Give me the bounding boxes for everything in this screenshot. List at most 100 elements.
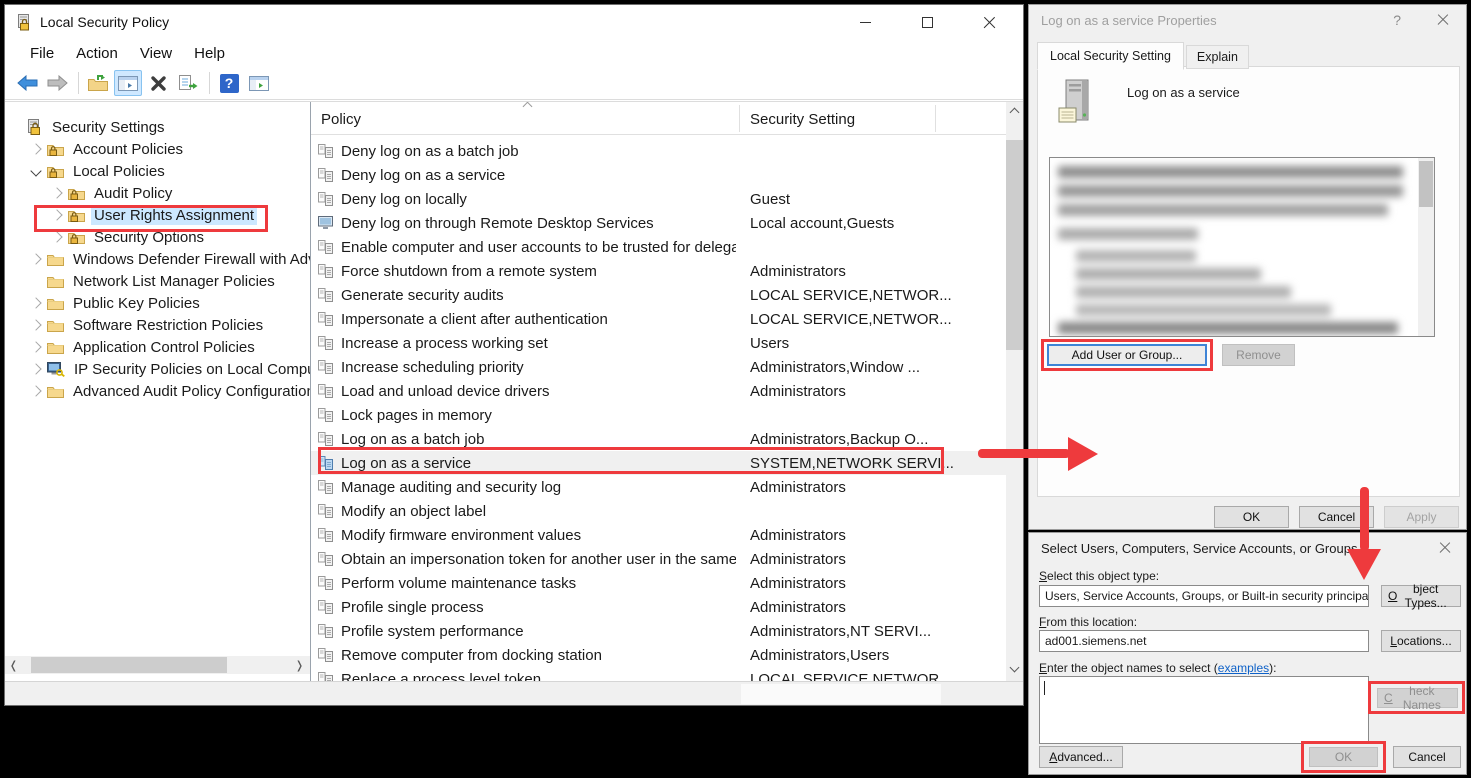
list-vertical-scrollbar[interactable] (1006, 102, 1023, 681)
scrollbar-thumb[interactable] (1006, 140, 1023, 350)
chevron-right-icon[interactable] (51, 187, 62, 198)
policy-row-deny-log-on-locally[interactable]: Deny log on locallyGuest (311, 187, 1006, 211)
tree-item-security-options[interactable]: Security Options (5, 226, 310, 248)
scrollbar-thumb[interactable] (31, 657, 227, 673)
cancel-button[interactable]: Cancel (1393, 746, 1461, 768)
tree-item-advanced-audit-policy-configuration[interactable]: Advanced Audit Policy Configuration (5, 380, 310, 402)
column-header-security-setting[interactable]: Security Setting (750, 111, 855, 128)
chevron-right-icon[interactable] (51, 209, 62, 220)
tab-local-security-setting[interactable]: Local Security Setting (1037, 42, 1184, 70)
close-icon[interactable] (1436, 13, 1450, 27)
policy-row-impersonate-a-client-after-authentication[interactable]: Impersonate a client after authenticatio… (311, 307, 1006, 331)
menu-help[interactable]: Help (183, 45, 236, 62)
policy-row-profile-system-performance[interactable]: Profile system performanceAdministrators… (311, 619, 1006, 643)
policy-row-log-on-as-a-batch-job[interactable]: Log on as a batch jobAdministrators,Back… (311, 427, 1006, 451)
policy-row-modify-firmware-environment-values[interactable]: Modify firmware environment valuesAdmini… (311, 523, 1006, 547)
new-window-icon[interactable] (245, 70, 273, 96)
ok-button[interactable]: OK (1309, 747, 1378, 767)
scroll-down-icon[interactable] (1006, 660, 1023, 677)
column-header-policy[interactable]: Policy (321, 111, 361, 128)
chevron-right-icon[interactable] (30, 363, 41, 374)
scroll-right-icon[interactable]: ❭ (291, 656, 308, 674)
maximize-button[interactable] (907, 7, 947, 37)
tree-item-public-key-policies[interactable]: Public Key Policies (5, 292, 310, 314)
scroll-up-icon[interactable] (1006, 102, 1023, 119)
help-button[interactable]: ? (1393, 12, 1401, 28)
chevron-right-icon[interactable] (30, 253, 41, 264)
export-icon[interactable] (174, 70, 202, 96)
policy-name: Generate security audits (341, 287, 736, 304)
policy-row-load-and-unload-device-drivers[interactable]: Load and unload device driversAdministra… (311, 379, 1006, 403)
chevron-right-icon[interactable] (51, 231, 62, 242)
tree-item-ip-security-policies-on-local-computer[interactable]: IP Security Policies on Local Computer (5, 358, 310, 380)
tree-item-account-policies[interactable]: Account Policies (5, 138, 310, 160)
listbox-scrollbar[interactable] (1418, 158, 1434, 336)
close-icon[interactable] (1438, 541, 1452, 555)
chevron-right-icon[interactable] (30, 385, 41, 396)
chevron-right-icon[interactable] (30, 297, 41, 308)
forward-icon[interactable] (43, 70, 71, 96)
tree-item-local-policies[interactable]: Local Policies (5, 160, 310, 182)
policy-row-deny-log-on-as-a-batch-job[interactable]: Deny log on as a batch job (311, 139, 1006, 163)
back-icon[interactable] (13, 70, 41, 96)
chevron-down-icon[interactable] (30, 165, 41, 176)
tree-item-software-restriction-policies[interactable]: Software Restriction Policies (5, 314, 310, 336)
check-names-button[interactable]: Check Names (1377, 688, 1458, 708)
chevron-right-icon[interactable] (30, 319, 41, 330)
menu-file[interactable]: File (19, 45, 65, 62)
show-console-tree-icon[interactable] (114, 70, 142, 96)
ok-button[interactable]: OK (1214, 506, 1289, 528)
menu-action[interactable]: Action (65, 45, 129, 62)
tree-item-application-control-policies[interactable]: Application Control Policies (5, 336, 310, 358)
column-divider[interactable] (935, 105, 936, 132)
policy-row-perform-volume-maintenance-tasks[interactable]: Perform volume maintenance tasksAdminist… (311, 571, 1006, 595)
tree-item-windows-defender-firewall-with-advan[interactable]: Windows Defender Firewall with Advan (5, 248, 310, 270)
policy-security-setting: Administrators (750, 263, 846, 280)
export-list-icon[interactable] (84, 70, 112, 96)
policy-row-profile-single-process[interactable]: Profile single processAdministrators (311, 595, 1006, 619)
policy-row-modify-an-object-label[interactable]: Modify an object label (311, 499, 1006, 523)
location-field[interactable]: ad001.siemens.net (1039, 630, 1369, 652)
tree-item-audit-policy[interactable]: Audit Policy (5, 182, 310, 204)
policy-row-lock-pages-in-memory[interactable]: Lock pages in memory (311, 403, 1006, 427)
policy-row-replace-a-process-level-token[interactable]: Replace a process level tokenLOCAL SERVI… (311, 667, 1006, 681)
help-icon[interactable]: ? (215, 70, 243, 96)
policy-row-increase-scheduling-priority[interactable]: Increase scheduling priorityAdministrato… (311, 355, 1006, 379)
policy-row-remove-computer-from-docking-station[interactable]: Remove computer from docking stationAdmi… (311, 643, 1006, 667)
tab-explain[interactable]: Explain (1186, 45, 1249, 69)
examples-link[interactable]: examples (1218, 661, 1269, 675)
policy-row-deny-log-on-as-a-service[interactable]: Deny log on as a service (311, 163, 1006, 187)
remove-button[interactable]: Remove (1222, 344, 1295, 366)
policy-row-force-shutdown-from-a-remote-system[interactable]: Force shutdown from a remote systemAdmin… (311, 259, 1006, 283)
policy-row-enable-computer-and-user-accounts-to-be-trus[interactable]: Enable computer and user accounts to be … (311, 235, 1006, 259)
policy-row-increase-a-process-working-set[interactable]: Increase a process working setUsers (311, 331, 1006, 355)
apply-button[interactable]: Apply (1384, 506, 1459, 528)
policy-row-generate-security-audits[interactable]: Generate security auditsLOCAL SERVICE,NE… (311, 283, 1006, 307)
list-horizontal-scrollbar[interactable] (5, 681, 1023, 705)
menu-view[interactable]: View (129, 45, 183, 62)
column-divider[interactable] (739, 105, 740, 132)
scrollbar-thumb[interactable] (1419, 161, 1433, 207)
members-listbox[interactable] (1049, 157, 1435, 337)
tree-item-security-settings[interactable]: Security Settings (5, 116, 310, 138)
chevron-right-icon[interactable] (30, 341, 41, 352)
policy-row-deny-log-on-through-remote-desktop-services[interactable]: Deny log on through Remote Desktop Servi… (311, 211, 1006, 235)
close-button[interactable] (969, 7, 1009, 37)
policy-row-obtain-an-impersonation-token-for-another-us[interactable]: Obtain an impersonation token for anothe… (311, 547, 1006, 571)
add-user-or-group-button[interactable]: Add User or Group... (1047, 344, 1207, 366)
policy-row-log-on-as-a-service[interactable]: Log on as a serviceSYSTEM,NETWORK SERVI.… (311, 451, 1006, 475)
scroll-left-icon[interactable]: ❬ (5, 656, 22, 674)
locations-button[interactable]: Locations... (1381, 630, 1461, 652)
object-type-field[interactable]: Users, Service Accounts, Groups, or Buil… (1039, 585, 1369, 607)
policy-row-manage-auditing-and-security-log[interactable]: Manage auditing and security logAdminist… (311, 475, 1006, 499)
tree-horizontal-scrollbar[interactable]: ❬ ❭ (5, 656, 311, 674)
object-types-button[interactable]: Object Types... (1381, 585, 1461, 607)
tree-item-network-list-manager-policies[interactable]: Network List Manager Policies (5, 270, 310, 292)
chevron-right-icon[interactable] (30, 143, 41, 154)
scrollbar-thumb[interactable] (741, 684, 941, 704)
delete-icon[interactable] (144, 70, 172, 96)
tree-item-user-rights-assignment[interactable]: User Rights Assignment (5, 204, 310, 226)
minimize-button[interactable] (845, 7, 885, 37)
advanced-button[interactable]: Advanced... (1039, 746, 1123, 768)
object-names-input[interactable] (1039, 676, 1369, 744)
